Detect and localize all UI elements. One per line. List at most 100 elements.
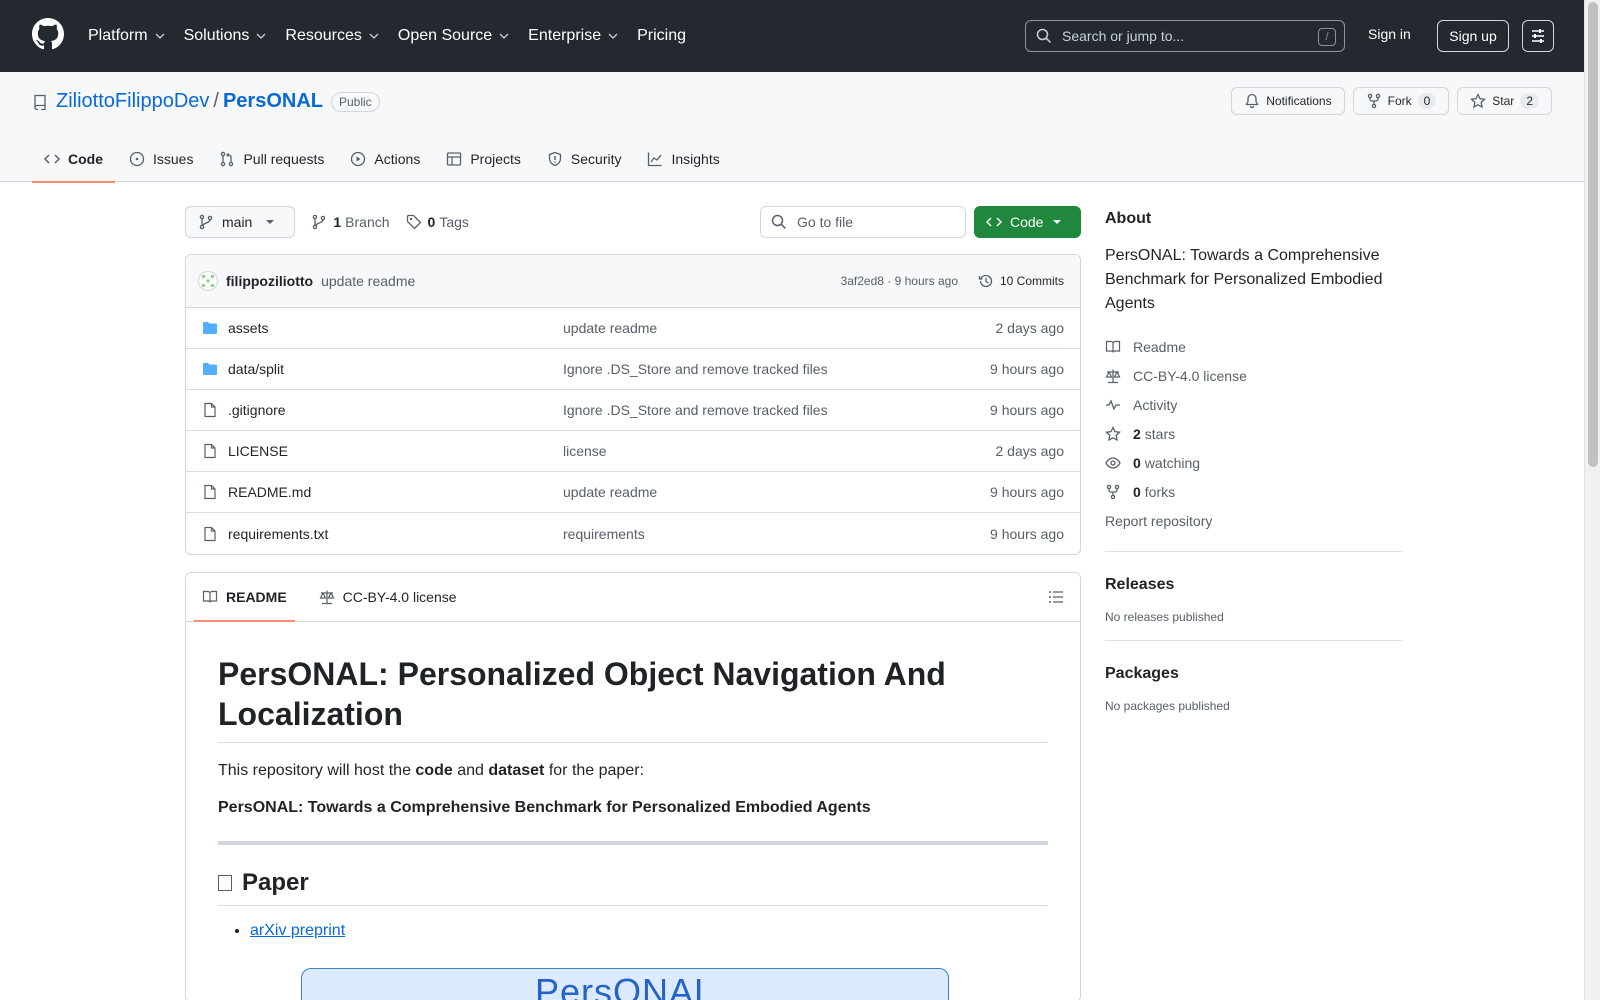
forks-link[interactable]: 0 forks — [1105, 477, 1403, 506]
releases-heading[interactable]: Releases — [1105, 576, 1403, 594]
readme-link[interactable]: Readme — [1105, 332, 1403, 361]
file-name-link[interactable]: .gitignore — [228, 402, 563, 418]
file-commit-message[interactable]: license — [563, 443, 607, 459]
commit-hash-time[interactable]: 3af2ed8 · 9 hours ago — [841, 274, 958, 288]
github-logo-icon[interactable] — [32, 18, 64, 50]
book-icon — [1105, 340, 1121, 353]
tab-insights[interactable]: Insights — [635, 136, 731, 182]
sign-in-link[interactable]: Sign in — [1368, 26, 1411, 42]
table-row[interactable]: .gitignore Ignore .DS_Store and remove t… — [186, 390, 1080, 431]
table-row[interactable]: README.md update readme 9 hours ago — [186, 472, 1080, 513]
repo-name-link[interactable]: PersONAL — [223, 90, 323, 113]
identicon-icon — [202, 275, 214, 287]
tag-icon — [406, 214, 421, 230]
file-icon — [204, 402, 216, 418]
fork-button[interactable]: Fork 0 — [1352, 87, 1450, 115]
tab-license[interactable]: CC-BY-4.0 license — [311, 573, 465, 621]
branch-name: main — [222, 214, 253, 230]
issue-icon — [129, 151, 145, 167]
history-icon — [978, 274, 993, 288]
commit-author-link[interactable]: filippoziliotto — [226, 273, 313, 289]
file-name-link[interactable]: LICENSE — [228, 443, 563, 459]
tab-projects[interactable]: Projects — [434, 136, 533, 182]
tab-pull-requests[interactable]: Pull requests — [207, 136, 336, 182]
file-name-link[interactable]: requirements.txt — [228, 526, 563, 542]
star-button[interactable]: Star 2 — [1457, 87, 1552, 115]
go-to-file-input[interactable]: Go to file — [760, 206, 966, 238]
repository-header: ZiliottoFilippoDev / PersONAL Public Not… — [0, 72, 1584, 183]
notifications-button[interactable]: Notifications — [1231, 87, 1345, 115]
nav-label: Solutions — [183, 27, 250, 44]
file-commit-message[interactable]: Ignore .DS_Store and remove tracked file… — [563, 402, 828, 418]
paper-heading-text: Paper — [242, 869, 309, 896]
tab-actions[interactable]: Actions — [338, 136, 432, 182]
nav-enterprise[interactable]: Enterprise — [528, 27, 619, 45]
main-content: main 1 Branch 0 Tags Go to file Code fil… — [185, 206, 1081, 1000]
global-search-input[interactable]: Search or jump to... / — [1025, 20, 1345, 52]
table-row[interactable]: requirements.txt requirements 9 hours ag… — [186, 513, 1080, 554]
divider — [218, 841, 1048, 845]
code-dropdown-button[interactable]: Code — [974, 206, 1081, 238]
law-icon — [1105, 369, 1121, 383]
page-scrollbar[interactable] — [1584, 0, 1600, 1000]
nav-pricing[interactable]: Pricing — [637, 27, 686, 45]
scrollbar-thumb[interactable] — [1588, 2, 1598, 467]
forks-label: forks — [1144, 483, 1176, 500]
arxiv-link[interactable]: arXiv preprint — [250, 922, 345, 939]
tab-code[interactable]: Code — [32, 136, 115, 183]
tab-label: Actions — [374, 151, 421, 167]
file-table: filippoziliotto update readme 3af2ed8 · … — [185, 254, 1081, 555]
nav-label: Open Source — [397, 27, 493, 44]
commits-history-link[interactable]: 10 Commits — [978, 273, 1064, 289]
report-repository-link[interactable]: Report repository — [1105, 506, 1403, 535]
nav-solutions[interactable]: Solutions — [184, 27, 268, 45]
pull-request-icon — [221, 151, 234, 167]
tab-label: Issues — [153, 151, 194, 167]
file-name-link[interactable]: assets — [228, 320, 563, 336]
file-commit-message[interactable]: requirements — [563, 526, 645, 542]
repo-sidebar: About PersONAL: Towards a Comprehensive … — [1105, 206, 1403, 713]
tab-issues[interactable]: Issues — [117, 136, 205, 182]
packages-heading[interactable]: Packages — [1105, 665, 1403, 683]
nav-resources[interactable]: Resources — [285, 27, 379, 45]
packages-section: Packages No packages published — [1105, 640, 1403, 713]
tab-security[interactable]: Security — [535, 136, 634, 182]
file-commit-message[interactable]: update readme — [563, 320, 657, 336]
file-commit-message[interactable]: Ignore .DS_Store and remove tracked file… — [563, 361, 828, 377]
license-link[interactable]: CC-BY-4.0 license — [1105, 361, 1403, 390]
branch-count: 1 — [333, 214, 342, 230]
star-icon — [1105, 425, 1121, 441]
search-icon — [1036, 28, 1052, 44]
readme-intro: This repository will host the code and d… — [218, 759, 1048, 783]
table-row[interactable]: LICENSE license 2 days ago — [186, 431, 1080, 472]
activity-link[interactable]: Activity — [1105, 390, 1403, 419]
commit-message-link[interactable]: update readme — [321, 273, 415, 289]
sign-up-button[interactable]: Sign up — [1437, 20, 1509, 52]
tab-label: Insights — [671, 151, 720, 167]
table-row[interactable]: assets update readme 2 days ago — [186, 308, 1080, 349]
table-row[interactable]: data/split Ignore .DS_Store and remove t… — [186, 349, 1080, 390]
watchers-link[interactable]: 0 watching — [1105, 448, 1403, 477]
nav-platform[interactable]: Platform — [88, 27, 166, 45]
file-name-link[interactable]: README.md — [228, 484, 563, 500]
appearance-settings-button[interactable] — [1522, 20, 1554, 52]
chevron-down-icon — [256, 33, 266, 39]
tags-link[interactable]: 0 Tags — [406, 214, 469, 230]
tab-readme[interactable]: README — [194, 573, 295, 622]
readme-panel: README CC-BY-4.0 license PersONAL: Perso… — [185, 572, 1081, 1000]
branches-link[interactable]: 1 Branch — [311, 214, 390, 230]
book-icon — [202, 590, 218, 603]
nav-open-source[interactable]: Open Source — [398, 27, 510, 45]
search-shortcut-key: / — [1318, 28, 1336, 46]
stars-link[interactable]: 2 stars — [1105, 419, 1403, 448]
file-name-link[interactable]: data/split — [228, 361, 563, 377]
file-commit-message[interactable]: update readme — [563, 484, 657, 500]
play-icon — [351, 151, 366, 167]
about-heading: About — [1105, 210, 1152, 227]
branch-selector[interactable]: main — [185, 206, 296, 238]
intro-text: for the paper: — [544, 762, 644, 779]
repo-owner-link[interactable]: ZiliottoFilippoDev — [56, 90, 209, 113]
outline-list-icon[interactable] — [1048, 589, 1064, 605]
avatar[interactable] — [198, 271, 218, 291]
tab-label: CC-BY-4.0 license — [342, 589, 457, 605]
